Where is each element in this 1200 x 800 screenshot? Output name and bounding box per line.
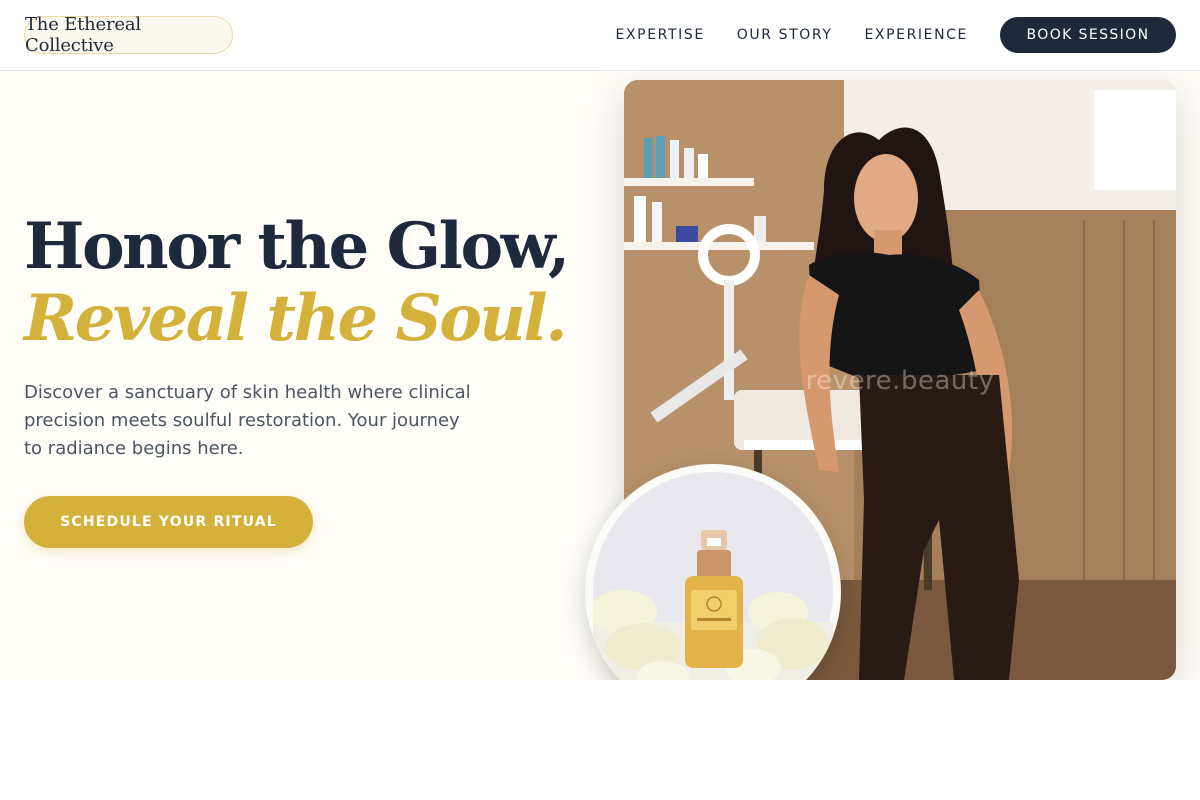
main-nav: EXPERTISE OUR STORY EXPERIENCE BOOK SESS… <box>616 17 1176 53</box>
hero-headline-line2: Reveal the Soul. <box>24 281 568 356</box>
top-navigation-bar: The Ethereal Collective EXPERTISE OUR ST… <box>0 0 1200 71</box>
schedule-ritual-button[interactable]: SCHEDULE YOUR RITUAL <box>24 496 313 548</box>
serum-product-photo <box>585 464 841 680</box>
hero-headline-line1: Honor the Glow, <box>24 209 570 284</box>
nav-link-experience[interactable]: EXPERIENCE <box>864 27 968 43</box>
nav-link-expertise[interactable]: EXPERTISE <box>616 27 705 43</box>
hero-section: Honor the Glow, Reveal the Soul. Discove… <box>0 71 1200 680</box>
hero-intro-text: Discover a sanctuary of skin health wher… <box>24 382 471 459</box>
page-continuation-area <box>0 680 1200 800</box>
brand-logo[interactable]: The Ethereal Collective <box>24 14 233 56</box>
photo-watermark: revere.beauty <box>805 366 995 396</box>
serum-bottle-illustration <box>593 472 833 680</box>
book-session-button[interactable]: BOOK SESSION <box>1000 17 1176 53</box>
nav-link-our-story[interactable]: OUR STORY <box>737 27 833 43</box>
